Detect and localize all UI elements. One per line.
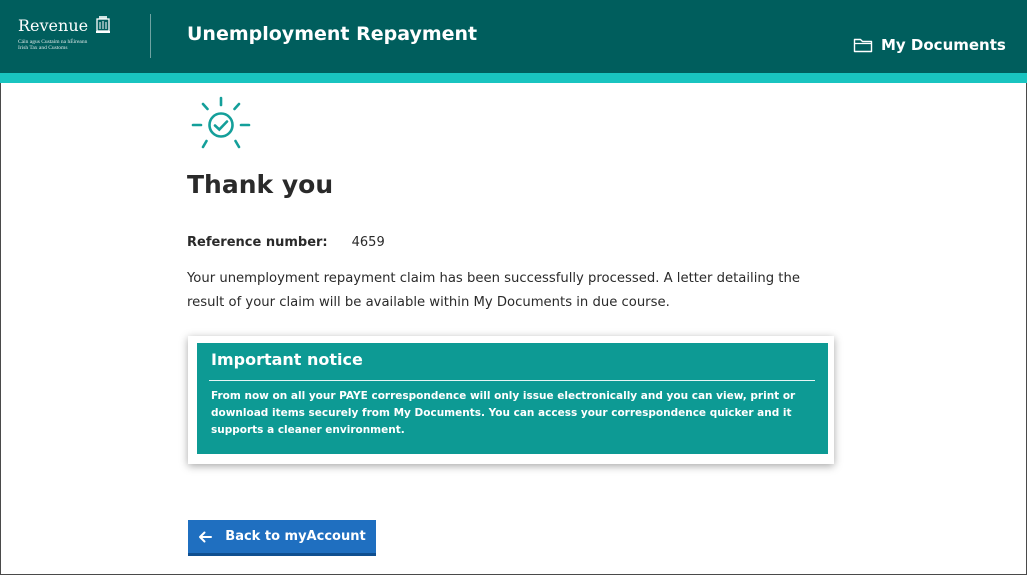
app-title: Unemployment Repayment	[187, 23, 478, 45]
important-notice-panel: Important notice From now on all your PA…	[197, 343, 828, 454]
my-documents-link[interactable]: My Documents	[853, 34, 1006, 56]
header-accent-stripe	[0, 73, 1027, 83]
notice-body: From now on all your PAYE correspondence…	[211, 390, 796, 436]
my-documents-label: My Documents	[881, 36, 1006, 54]
reference-label: Reference number:	[187, 235, 328, 250]
back-to-myaccount-button[interactable]: Back to myAccount	[188, 520, 376, 556]
logo-wordmark: Revenue	[18, 16, 89, 35]
folder-icon	[853, 38, 873, 53]
sun-check-icon	[191, 96, 251, 149]
notice-title: Important notice	[211, 350, 363, 369]
reference-value: 4659	[351, 235, 385, 250]
logo-subtitle-english: Irish Tax and Customs	[18, 45, 68, 51]
harp-crest-icon	[96, 16, 110, 33]
confirmation-message: Your unemployment repayment claim has be…	[187, 271, 800, 310]
notice-divider	[209, 380, 815, 381]
header-bar: Revenue Cáin agus Custaim na hÉireann Ir…	[0, 0, 1027, 73]
arrow-left-icon	[199, 531, 213, 542]
header-divider	[150, 14, 151, 58]
back-button-label: Back to myAccount	[225, 529, 366, 544]
reference-row: Reference number: 4659	[187, 235, 385, 250]
revenue-logo[interactable]: Revenue Cáin agus Custaim na hÉireann Ir…	[18, 16, 128, 60]
page-title: Thank you	[187, 170, 334, 199]
important-notice-card: Important notice From now on all your PA…	[188, 336, 834, 464]
logo-subtitle: Cáin agus Custaim na hÉireann Irish Tax …	[18, 39, 87, 51]
